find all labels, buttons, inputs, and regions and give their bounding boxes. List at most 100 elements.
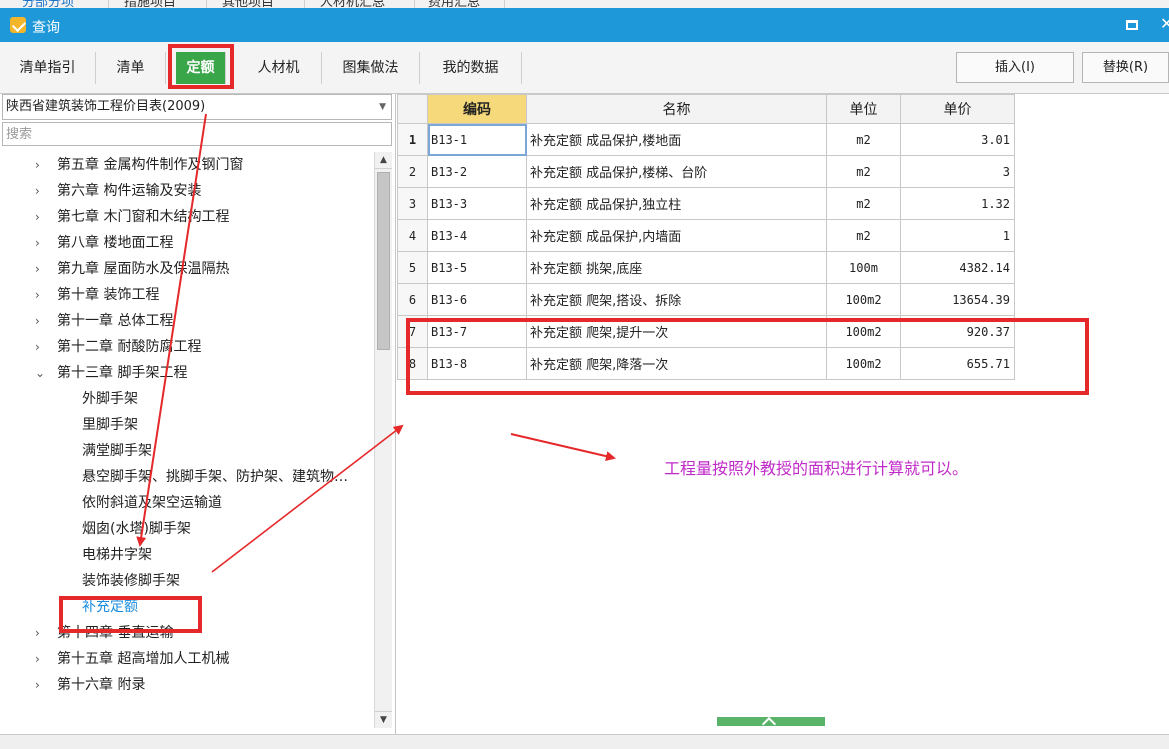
tab-atlas[interactable]: 图集做法: [322, 52, 420, 84]
tab-feiyong[interactable]: 费用汇总: [428, 0, 480, 8]
cell-code[interactable]: B13-3: [427, 187, 527, 220]
tree-item-ch11[interactable]: › 第十一章 总体工程: [0, 308, 373, 334]
tree-highlight-box: [59, 596, 202, 633]
library-select-value: 陕西省建筑装饰工程价目表(2009): [6, 99, 206, 114]
tab-list-guide[interactable]: 清单指引: [0, 52, 96, 84]
chevron-down-icon[interactable]: ▼: [379, 95, 386, 119]
table-row[interactable]: 6 B13-6 补充定额 爬架,搭设、拆除 100m2 13654.39: [397, 283, 1015, 316]
table-row[interactable]: 4 B13-4 补充定额 成品保护,内墙面 m2 1: [397, 219, 1015, 252]
window-title: 查询: [32, 20, 60, 36]
library-select[interactable]: 陕西省建筑装饰工程价目表(2009) ▼: [2, 94, 392, 120]
cell-price[interactable]: 4382.14: [900, 251, 1015, 284]
table-row[interactable]: 3 B13-3 补充定额 成品保护,独立柱 m2 1.32: [397, 187, 1015, 220]
chevron-down-icon: ⌄: [35, 366, 46, 380]
top-tab-strip: 分部分项 措施项目 其他项目 人材机汇总 费用汇总: [0, 0, 1169, 8]
tree-item-label: 第十五章 超高增加人工机械: [57, 651, 230, 667]
tree-item-chimney-scaffold[interactable]: 烟囱(水塔)脚手架: [82, 516, 191, 542]
cell-code[interactable]: B13-4: [427, 219, 527, 252]
tree-item-inner-scaffold[interactable]: 里脚手架: [82, 412, 138, 438]
tree-item-ch5[interactable]: › 第五章 金属构件制作及钢门窗: [0, 152, 373, 178]
cell-unit[interactable]: m2: [826, 187, 901, 220]
tree-item-ch7[interactable]: › 第七章 木门窗和木结构工程: [0, 204, 373, 230]
search-input[interactable]: [2, 122, 392, 146]
tree-item-elevator-frame[interactable]: 电梯井字架: [82, 542, 152, 568]
tree-item-label: 第十三章 脚手架工程: [57, 365, 188, 381]
col-header-unit[interactable]: 单位: [826, 94, 901, 124]
table-row[interactable]: 5 B13-5 补充定额 挑架,底座 100m 4382.14: [397, 251, 1015, 284]
tree-item-label: 第九章 屋面防水及保温隔热: [57, 261, 230, 277]
scroll-up-icon[interactable]: ▲: [375, 152, 392, 169]
tree-item-ch12[interactable]: › 第十二章 耐酸防腐工程: [0, 334, 373, 360]
chevron-right-icon: ›: [35, 288, 40, 302]
tree-item-full-scaffold[interactable]: 满堂脚手架: [82, 438, 152, 464]
cell-code[interactable]: B13-6: [427, 283, 527, 316]
row-number: 6: [397, 283, 428, 316]
collapse-panel-tab[interactable]: [717, 717, 825, 726]
tree-item-hanging-scaffold[interactable]: 悬空脚手架、挑脚手架、防护架、建筑物…: [82, 464, 348, 490]
tab-cuoshi[interactable]: 措施项目: [124, 0, 176, 8]
cell-name[interactable]: 补充定额 爬架,搭设、拆除: [526, 283, 827, 316]
tab-fenbu[interactable]: 分部分项: [22, 0, 74, 8]
chevron-right-icon: ›: [35, 184, 40, 198]
tree-item-ch10[interactable]: › 第十章 装饰工程: [0, 282, 373, 308]
cell-name[interactable]: 补充定额 成品保护,内墙面: [526, 219, 827, 252]
row-number: 4: [397, 219, 428, 252]
col-header-code[interactable]: 编码: [427, 94, 527, 124]
cell-name[interactable]: 补充定额 成品保护,楼地面: [526, 123, 827, 156]
cell-name[interactable]: 补充定额 挑架,底座: [526, 251, 827, 284]
tree-item-label: 第十二章 耐酸防腐工程: [57, 339, 202, 355]
col-header-name[interactable]: 名称: [526, 94, 827, 124]
chevron-right-icon: ›: [35, 678, 40, 692]
insert-button[interactable]: 插入(I): [956, 52, 1074, 83]
chevron-right-icon: ›: [35, 340, 40, 354]
cell-code[interactable]: B13-2: [427, 155, 527, 188]
cell-code[interactable]: B13-1: [427, 123, 527, 156]
tab-material[interactable]: 人材机: [236, 52, 322, 84]
col-header-price[interactable]: 单价: [900, 94, 1015, 124]
chevron-right-icon: ›: [35, 236, 40, 250]
tree-item-ch13[interactable]: ⌄ 第十三章 脚手架工程: [0, 360, 373, 386]
tab-qita[interactable]: 其他项目: [222, 0, 274, 8]
cell-unit[interactable]: 100m2: [826, 283, 901, 316]
tree-item-ch8[interactable]: › 第八章 楼地面工程: [0, 230, 373, 256]
cell-price[interactable]: 1: [900, 219, 1015, 252]
cell-unit[interactable]: 100m: [826, 251, 901, 284]
tree-item-label: 第十章 装饰工程: [57, 287, 160, 303]
cell-price[interactable]: 1.32: [900, 187, 1015, 220]
tab-my-data[interactable]: 我的数据: [420, 52, 522, 84]
divider: [206, 0, 207, 8]
cell-price[interactable]: 3.01: [900, 123, 1015, 156]
divider: [504, 0, 505, 8]
chevron-right-icon: ›: [35, 314, 40, 328]
maximize-icon[interactable]: [1126, 20, 1138, 30]
tab-list[interactable]: 清单: [96, 52, 166, 84]
app-icon: [10, 17, 26, 33]
tree-item-outer-scaffold[interactable]: 外脚手架: [82, 386, 138, 412]
cell-unit[interactable]: m2: [826, 219, 901, 252]
cell-name[interactable]: 补充定额 成品保护,楼梯、台阶: [526, 155, 827, 188]
replace-button[interactable]: 替换(R): [1082, 52, 1169, 83]
row-number: 1: [397, 123, 428, 156]
cell-unit[interactable]: m2: [826, 155, 901, 188]
left-panel: 陕西省建筑装饰工程价目表(2009) ▼ › 第五章 金属构件制作及钢门窗 › 第六…: [0, 94, 396, 734]
tree-item-ramp[interactable]: 依附斜道及架空运输道: [82, 490, 222, 516]
quota-table-area: 编码 名称 单位 单价 1 B13-1 补充定额 成品保护,楼地面 m2 3.0…: [397, 94, 1169, 734]
scroll-down-icon[interactable]: ▼: [375, 711, 392, 728]
cell-unit[interactable]: m2: [826, 123, 901, 156]
tab-rencaiji[interactable]: 人材机汇总: [320, 0, 385, 8]
tree-item-ch15[interactable]: › 第十五章 超高增加人工机械: [0, 646, 373, 672]
tree-item-ch16[interactable]: › 第十六章 附录: [0, 672, 373, 698]
tree-item-decoration-scaffold[interactable]: 装饰装修脚手架: [82, 568, 180, 594]
table-row[interactable]: 2 B13-2 补充定额 成品保护,楼梯、台阶 m2 3: [397, 155, 1015, 188]
cell-name[interactable]: 补充定额 成品保护,独立柱: [526, 187, 827, 220]
tree-item-ch9[interactable]: › 第九章 屋面防水及保温隔热: [0, 256, 373, 282]
close-icon[interactable]: ✕: [1160, 14, 1169, 33]
cell-price[interactable]: 3: [900, 155, 1015, 188]
tree-item-label: 第七章 木门窗和木结构工程: [57, 209, 230, 225]
table-row[interactable]: 1 B13-1 补充定额 成品保护,楼地面 m2 3.01: [397, 123, 1015, 156]
cell-price[interactable]: 13654.39: [900, 283, 1015, 316]
scroll-thumb[interactable]: [377, 172, 390, 350]
tree-item-ch6[interactable]: › 第六章 构件运输及安装: [0, 178, 373, 204]
cell-code[interactable]: B13-5: [427, 251, 527, 284]
tree-scrollbar[interactable]: ▲ ▼: [374, 152, 392, 728]
